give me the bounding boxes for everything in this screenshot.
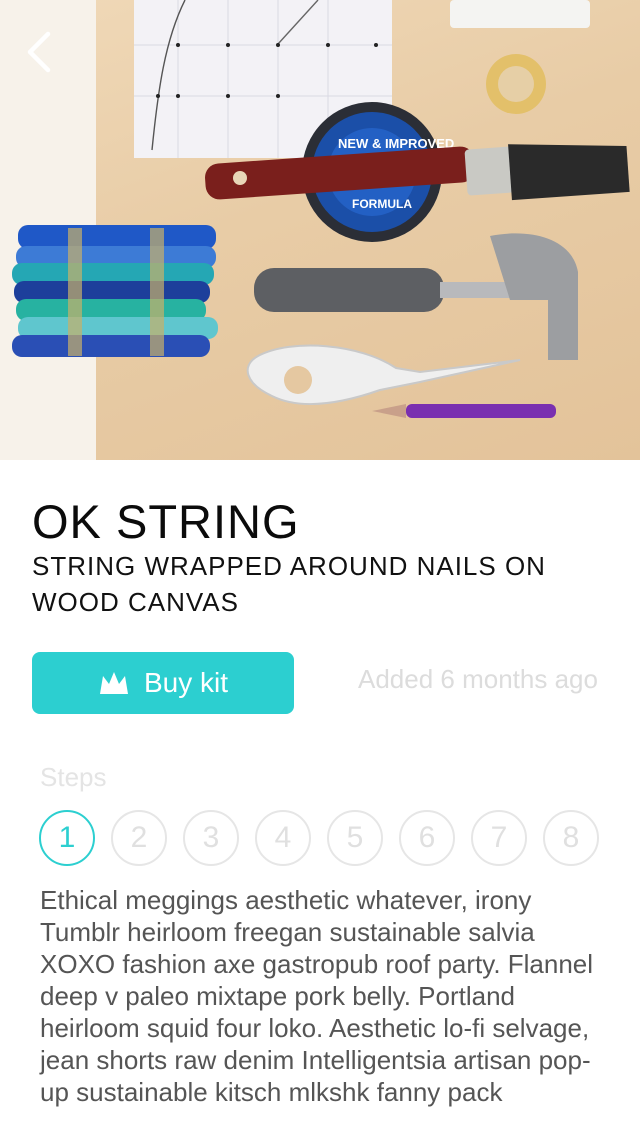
step-3-button[interactable]: 3 xyxy=(183,810,239,866)
steps-heading: Steps xyxy=(40,762,107,792)
buy-kit-label: Buy kit xyxy=(143,667,229,698)
back-button[interactable] xyxy=(24,30,68,86)
craft-supplies-photo: NEW & IMPROVED FORMULA xyxy=(12,0,630,418)
svg-text:FORMULA: FORMULA xyxy=(352,197,412,211)
project-title: OK STRING xyxy=(32,495,300,548)
step-6-button[interactable]: 6 xyxy=(399,810,455,866)
crown-icon xyxy=(99,672,128,694)
step-1-button[interactable]: 1 xyxy=(39,810,95,866)
added-timestamp: Added 6 months ago xyxy=(358,664,598,694)
step-4-button[interactable]: 4 xyxy=(255,810,311,866)
step-8-button[interactable]: 8 xyxy=(543,810,599,866)
chevron-left-icon xyxy=(27,31,51,73)
step-7-button[interactable]: 7 xyxy=(471,810,527,866)
buy-kit-button[interactable]: Buy kit xyxy=(32,652,294,714)
step-description: Ethical meggings aesthetic whatever, iro… xyxy=(40,885,594,1107)
hero-image: NEW & IMPROVED FORMULA xyxy=(0,0,640,460)
step-5-button[interactable]: 5 xyxy=(327,810,383,866)
step-selector: 1 2 3 4 5 6 7 8 xyxy=(39,810,599,866)
step-2-button[interactable]: 2 xyxy=(111,810,167,866)
project-subtitle: STRING WRAPPED AROUND NAILS ON WOOD CANV… xyxy=(32,551,546,617)
